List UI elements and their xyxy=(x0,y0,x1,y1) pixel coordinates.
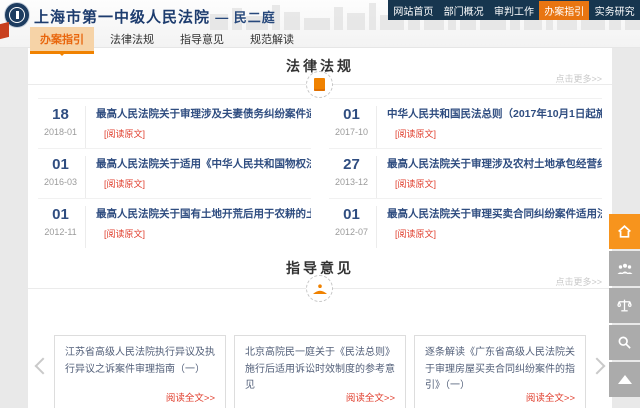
tab-case-guide[interactable]: 办案指引 xyxy=(30,27,94,51)
guidance-section-badge xyxy=(306,275,333,302)
header: 上海市第一中级人民法院 — 民二庭 网站首页 部门概况 审判工作 办案指引 实务… xyxy=(0,0,640,48)
people-button[interactable] xyxy=(609,251,640,286)
tab-laws[interactable]: 法律法规 xyxy=(100,27,164,51)
law-year-month: 2012-07 xyxy=(329,227,374,237)
law-year-month: 2016-03 xyxy=(38,177,83,187)
document-icon xyxy=(314,78,325,91)
people-icon xyxy=(312,284,328,294)
carousel-next-button[interactable] xyxy=(589,358,606,375)
law-title-link[interactable]: 最高人民法院关于审理涉及夫妻债务纠纷案件适用法律... xyxy=(96,106,311,121)
home-icon xyxy=(616,223,633,240)
law-year-month: 2012-11 xyxy=(38,227,83,237)
law-day: 01 xyxy=(329,106,374,124)
guidance-read-full-link[interactable]: 阅读全文>> xyxy=(526,390,575,404)
arrow-up-icon xyxy=(616,373,634,386)
law-date-block: 18 2018-01 xyxy=(38,106,86,148)
site-title: 上海市第一中级人民法院 — 民二庭 xyxy=(34,6,276,27)
law-list-item: 01 2012-07 最高人民法院关于审理买卖合同纠纷案件适用法律问题... [… xyxy=(329,198,602,248)
law-list-item: 01 2012-11 最高人民法院关于国有土地开荒后用于农耕的土地使用... [… xyxy=(38,198,311,248)
search-icon xyxy=(616,334,633,351)
topnav-item-overview[interactable]: 部门概况 xyxy=(439,1,489,20)
guidance-more-link[interactable]: 点击更多>> xyxy=(555,275,602,288)
law-title-link[interactable]: 最高人民法院关于审理涉及农村土地承包经营纠纷调解... xyxy=(387,156,602,171)
law-read-original-link[interactable]: [阅读原文] xyxy=(104,127,145,140)
guidance-card-carousel: 江苏省高级人民法院执行异议及执行异议之诉案件审理指南（一） 阅读全文>> 北京高… xyxy=(54,335,586,408)
law-read-original-link[interactable]: [阅读原文] xyxy=(104,177,145,190)
law-date-block: 01 2017-10 xyxy=(329,106,377,148)
tab-guidance[interactable]: 指导意见 xyxy=(170,27,234,51)
law-title-link[interactable]: 最高人民法院关于适用《中华人民共和国物权法》若干... xyxy=(96,156,311,171)
site-title-text: 上海市第一中级人民法院 xyxy=(34,9,210,26)
people-icon xyxy=(616,262,634,276)
law-list-item: 18 2018-01 最高人民法院关于审理涉及夫妻债务纠纷案件适用法律... [… xyxy=(38,98,311,148)
law-year-month: 2018-01 xyxy=(38,127,83,137)
scales-icon xyxy=(616,297,633,314)
search-button[interactable] xyxy=(609,325,640,360)
law-read-original-link[interactable]: [阅读原文] xyxy=(395,177,436,190)
site-dept-text: — 民二庭 xyxy=(215,10,276,25)
top-nav: 网站首页 部门概况 审判工作 办案指引 实务研究 xyxy=(388,0,640,20)
law-day: 01 xyxy=(38,206,83,224)
guidance-read-full-link[interactable]: 阅读全文>> xyxy=(166,390,215,404)
law-day: 27 xyxy=(329,156,374,174)
law-date-block: 01 2012-07 xyxy=(329,206,377,248)
law-day: 01 xyxy=(329,206,374,224)
tab-bar: 办案指引 法律法规 指导意见 规范解读 xyxy=(30,27,310,51)
laws-list: 18 2018-01 最高人民法院关于审理涉及夫妻债务纠纷案件适用法律... [… xyxy=(38,98,602,248)
law-date-block: 01 2012-11 xyxy=(38,206,86,248)
carousel-prev-button[interactable] xyxy=(35,358,52,375)
guidance-card-title-link[interactable]: 逐条解读《广东省高级人民法院关于审理房屋买卖合同纠纷案件的指引》（一） xyxy=(425,345,575,395)
law-date-block: 01 2016-03 xyxy=(38,156,86,198)
law-date-block: 27 2013-12 xyxy=(329,156,377,198)
main-content: 法律法规 点击更多>> 18 2018-01 最高人民法院关于审理涉及夫妻债务纠… xyxy=(28,48,612,408)
guidance-card-title-link[interactable]: 北京高院民一庭关于《民法总则》施行后适用诉讼时效制度的参考意见 xyxy=(245,345,395,395)
law-list-item: 01 2016-03 最高人民法院关于适用《中华人民共和国物权法》若干... [… xyxy=(38,148,311,198)
law-list-item: 27 2013-12 最高人民法院关于审理涉及农村土地承包经营纠纷调解... [… xyxy=(329,148,602,198)
topnav-item-home[interactable]: 网站首页 xyxy=(388,1,438,20)
law-year-month: 2017-10 xyxy=(329,127,374,137)
home-button[interactable] xyxy=(609,214,640,249)
laws-section-badge xyxy=(306,71,333,98)
guidance-card: 江苏省高级人民法院执行异议及执行异议之诉案件审理指南（一） 阅读全文>> xyxy=(54,335,226,408)
justice-scales-button[interactable] xyxy=(609,288,640,323)
law-title-link[interactable]: 中华人民共和国民法总则（2017年10月1日起施行） xyxy=(387,106,602,121)
back-to-top-button[interactable] xyxy=(609,362,640,397)
floating-tool-sidebar xyxy=(609,214,640,399)
law-day: 01 xyxy=(38,156,83,174)
law-read-original-link[interactable]: [阅读原文] xyxy=(395,127,436,140)
law-read-original-link[interactable]: [阅读原文] xyxy=(104,227,145,240)
law-title-link[interactable]: 最高人民法院关于审理买卖合同纠纷案件适用法律问题... xyxy=(387,206,602,221)
corner-ribbon-decoration xyxy=(0,22,9,39)
law-title-link[interactable]: 最高人民法院关于国有土地开荒后用于农耕的土地使用... xyxy=(96,206,311,221)
guidance-card: 北京高院民一庭关于《民法总则》施行后适用诉讼时效制度的参考意见 阅读全文>> xyxy=(234,335,406,408)
guidance-card: 逐条解读《广东省高级人民法院关于审理房屋买卖合同纠纷案件的指引》（一） 阅读全文… xyxy=(414,335,586,408)
topnav-item-trial-work[interactable]: 审判工作 xyxy=(489,1,539,20)
guidance-read-full-link[interactable]: 阅读全文>> xyxy=(346,390,395,404)
page: 上海市第一中级人民法院 — 民二庭 网站首页 部门概况 审判工作 办案指引 实务… xyxy=(0,0,640,408)
law-year-month: 2013-12 xyxy=(329,177,374,187)
tab-interpretation[interactable]: 规范解读 xyxy=(240,27,304,51)
law-list-item: 01 2017-10 中华人民共和国民法总则（2017年10月1日起施行） [阅… xyxy=(329,98,602,148)
topnav-item-research[interactable]: 实务研究 xyxy=(590,1,640,20)
law-day: 18 xyxy=(38,106,83,124)
law-read-original-link[interactable]: [阅读原文] xyxy=(395,227,436,240)
guidance-card-title-link[interactable]: 江苏省高级人民法院执行异议及执行异议之诉案件审理指南（一） xyxy=(65,345,215,378)
topnav-item-case-guide[interactable]: 办案指引 xyxy=(539,1,589,20)
